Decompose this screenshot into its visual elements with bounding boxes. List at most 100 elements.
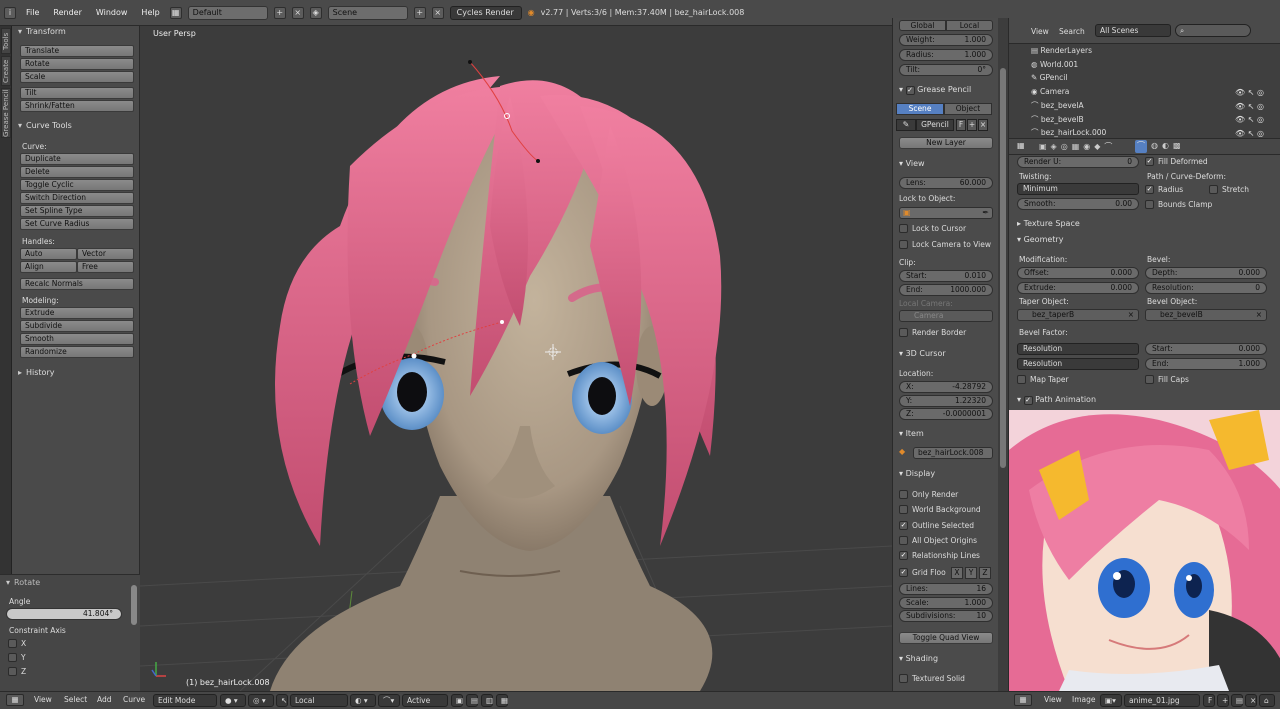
clip-end-field[interactable]: End: 1000.000 — [899, 284, 993, 296]
path-animation-checkbox[interactable]: ✓ — [1023, 396, 1033, 405]
curve-handle-point[interactable] — [536, 159, 540, 163]
texture-space-header[interactable]: ▸ Texture Space — [1017, 219, 1080, 228]
lock-object-field[interactable]: ▣ ✒ — [899, 207, 993, 219]
angle-field[interactable]: 41.804° — [6, 608, 122, 620]
bevel-factor-start-mapping[interactable]: Resolution — [1017, 343, 1139, 355]
tab-tools[interactable]: Tools — [1, 28, 11, 54]
3d-cursor-header[interactable]: ▾ 3D Cursor — [899, 349, 946, 358]
all-object-origins-checkbox[interactable]: All Object Origins — [899, 536, 977, 545]
constraint-z-checkbox[interactable]: Z — [8, 667, 26, 676]
new-layer-button[interactable]: New Layer — [899, 137, 993, 149]
tab-grease-pencil[interactable]: Grease Pencil — [1, 88, 11, 138]
shading-header[interactable]: ▾ Shading — [899, 654, 938, 663]
bevel-object-field[interactable]: bez_bevelB × — [1145, 309, 1267, 321]
menu-window[interactable]: Window — [92, 8, 132, 17]
depth-field[interactable]: Depth: 0.000 — [1145, 267, 1267, 279]
tab-create[interactable]: Create — [1, 56, 11, 86]
outliner-row[interactable]: ◉ Camera — [1031, 87, 1069, 96]
material-tab-icons[interactable]: ◍◐▩ — [1151, 141, 1185, 150]
menu-add[interactable]: Add — [97, 695, 112, 704]
grid-subdivisions-field[interactable]: Subdivisions: 10 — [899, 610, 993, 622]
snap-target-dropdown[interactable]: Active — [402, 694, 448, 707]
smooth-button[interactable]: Smooth — [20, 333, 134, 345]
radius-checkbox[interactable]: ✓ Radius — [1145, 185, 1183, 194]
shrink-fatten-button[interactable]: Shrink/Fatten — [20, 100, 134, 112]
opengl-render-icon[interactable]: ▥ — [481, 694, 493, 707]
image-editor[interactable] — [1008, 410, 1280, 691]
tab-global[interactable]: Global — [899, 20, 946, 31]
grid-axis-z-toggle[interactable]: Z — [979, 567, 991, 579]
cursor-y-field[interactable]: Y: 1.22320 — [899, 395, 993, 407]
curve-handle-point[interactable] — [468, 60, 472, 64]
grid-floor-checkbox[interactable]: ✓ Grid Floo — [899, 568, 946, 577]
context-icons[interactable]: ▣◈◎▦◉◆⌒ — [1039, 141, 1116, 152]
lock-to-cursor-checkbox[interactable]: Lock to Cursor — [899, 224, 966, 233]
extrude-button[interactable]: Extrude — [20, 307, 134, 319]
grid-scale-field[interactable]: Scale: 1.000 — [899, 597, 993, 609]
manipulator-icon[interactable]: ↖ — [276, 694, 288, 707]
handle-vector-button[interactable]: Vector — [77, 248, 134, 260]
outline-selected-checkbox[interactable]: ✓ Outline Selected — [899, 521, 974, 530]
image-fake-user-button[interactable]: F — [1203, 694, 1215, 707]
handle-free-button[interactable]: Free — [77, 261, 134, 273]
render-border-checkbox[interactable]: Render Border — [899, 328, 966, 337]
outliner-search-menu[interactable]: Search — [1059, 27, 1085, 36]
clear-icon[interactable]: × — [1128, 310, 1134, 320]
outliner-row[interactable]: ▤ RenderLayers — [1031, 46, 1092, 55]
add-layout-icon[interactable]: + — [273, 6, 286, 19]
rotate-header[interactable]: ▾ Rotate — [6, 578, 40, 587]
subdivide-button[interactable]: Subdivide — [20, 320, 134, 332]
tilt-button[interactable]: Tilt — [20, 87, 134, 99]
clear-icon[interactable]: × — [1256, 310, 1262, 320]
stretch-checkbox[interactable]: Stretch — [1209, 185, 1249, 194]
bevel-factor-end-field[interactable]: End: 1.000 — [1145, 358, 1267, 370]
image-pin-icon[interactable]: ⌂ — [1259, 694, 1275, 707]
remove-scene-icon[interactable]: × — [431, 6, 444, 19]
display-header[interactable]: ▾ Display — [899, 469, 935, 478]
scale-button[interactable]: Scale — [20, 71, 134, 83]
bevel-factor-end-mapping[interactable]: Resolution — [1017, 358, 1139, 370]
set-spline-type-button[interactable]: Set Spline Type — [20, 205, 134, 217]
proportional-falloff-icon[interactable]: ⌒▾ — [378, 694, 400, 707]
relationship-lines-checkbox[interactable]: ✓ Relationship Lines — [899, 551, 980, 560]
tab-object[interactable]: Object — [944, 103, 992, 115]
image-open-icon[interactable]: ▤ — [1231, 694, 1243, 707]
outliner-row[interactable]: ✎ GPencil — [1031, 73, 1067, 82]
layout-icon[interactable]: ▦ — [169, 6, 182, 19]
fill-caps-checkbox[interactable]: Fill Caps — [1145, 375, 1189, 384]
outliner-row[interactable]: ◍ World.001 — [1031, 60, 1078, 69]
cursor-z-field[interactable]: Z: -0.0000001 — [899, 408, 993, 420]
shading-mode-icon[interactable]: ● ▾ — [220, 694, 246, 707]
outliner-row[interactable]: ⌒ bez_hairLock.000 — [1031, 127, 1106, 138]
display-mode-dropdown[interactable]: All Scenes — [1095, 24, 1171, 37]
properties-editor-icon[interactable]: ▦ — [1017, 141, 1025, 150]
extrude-field[interactable]: Extrude: 0.000 — [1017, 282, 1139, 294]
handle-align-button[interactable]: Align — [20, 261, 77, 273]
operator-scrollbar[interactable] — [131, 585, 137, 625]
outliner-row[interactable]: ⌒ bez_bevelA — [1031, 100, 1084, 111]
grease-pencil-checkbox[interactable]: ✓ — [905, 86, 915, 95]
gpencil-field[interactable]: GPencil — [916, 119, 954, 131]
render-u-field[interactable]: Render U: 0 — [1017, 156, 1139, 168]
clip-start-field[interactable]: Start: 0.010 — [899, 270, 993, 282]
only-render-checkbox[interactable]: Only Render — [899, 490, 958, 499]
lens-field[interactable]: Lens: 60.000 — [899, 177, 993, 189]
editor-type-icon[interactable]: ▦ — [6, 694, 24, 706]
image-new-icon[interactable]: + — [1217, 694, 1229, 707]
render-preview-icon[interactable]: ▤ — [466, 694, 478, 707]
mode-dropdown[interactable]: Edit Mode — [153, 694, 217, 707]
image-view-menu[interactable]: View — [1044, 695, 1062, 704]
offset-field[interactable]: Offset: 0.000 — [1017, 267, 1139, 279]
scene-field[interactable]: Scene — [327, 5, 408, 20]
constraint-y-checkbox[interactable]: Y — [8, 653, 26, 662]
set-curve-radius-button[interactable]: Set Curve Radius — [20, 218, 134, 230]
fake-user-button[interactable]: F — [956, 119, 966, 131]
tilt-field[interactable]: Tilt: 0° — [899, 64, 993, 76]
orientation-dropdown[interactable]: Local — [290, 694, 348, 707]
geometry-header[interactable]: ▾ Geometry — [1017, 235, 1063, 244]
menu-file[interactable]: File — [22, 8, 43, 17]
grid-lines-field[interactable]: Lines: 16 — [899, 583, 993, 595]
image-editor-type-icon[interactable]: ▦ — [1014, 694, 1032, 706]
lock-camera-checkbox[interactable]: Lock Camera to View — [899, 240, 991, 249]
image-unlink-icon[interactable]: × — [1245, 694, 1257, 707]
